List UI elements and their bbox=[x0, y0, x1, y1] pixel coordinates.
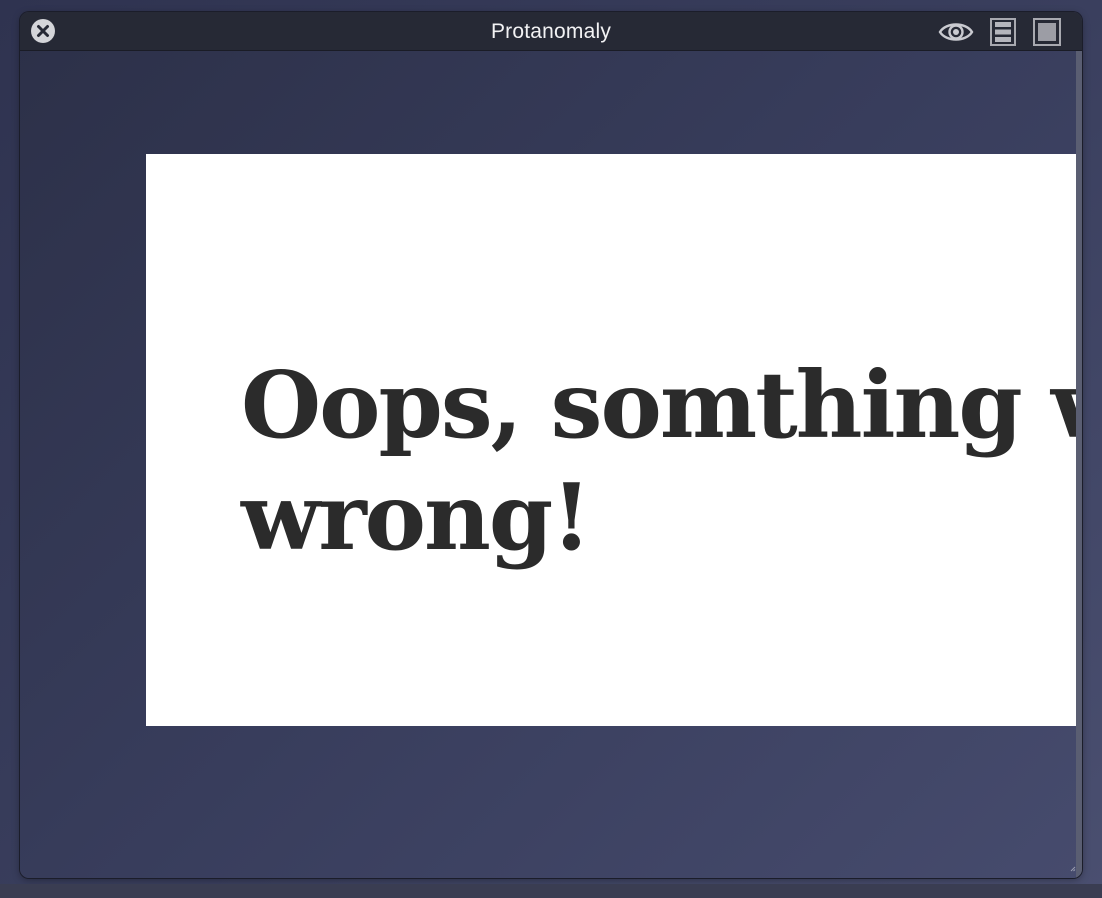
error-heading: Oops, somthing went wrong! bbox=[241, 349, 1082, 573]
list-view-button[interactable] bbox=[989, 18, 1017, 46]
preview-area: Oops, somthing went wrong! bbox=[20, 51, 1082, 878]
desktop-bottom-strip bbox=[0, 884, 1102, 898]
list-view-icon bbox=[990, 18, 1016, 46]
window-title: Protanomaly bbox=[490, 20, 612, 43]
title-bar[interactable]: Protanomaly bbox=[20, 12, 1082, 51]
frame-view-button[interactable] bbox=[1033, 18, 1061, 46]
simulator-window: Protanomaly Oops, somthing wrong! bbox=[20, 12, 1082, 878]
page-preview[interactable]: Oops, somthing went wrong! bbox=[146, 154, 1082, 726]
close-button[interactable] bbox=[31, 19, 55, 43]
vision-mode-button[interactable] bbox=[938, 18, 974, 46]
vertical-scrollbar[interactable] bbox=[1076, 51, 1082, 878]
eye-icon bbox=[938, 23, 974, 41]
frame-view-icon bbox=[1033, 18, 1061, 46]
resize-grip-icon[interactable] bbox=[1070, 866, 1076, 872]
desktop: Protanomaly Oops, somthing wrong! bbox=[0, 0, 1102, 898]
close-icon bbox=[31, 19, 55, 43]
error-heading-line-2: wrong! bbox=[241, 463, 592, 571]
error-heading-line-1: Oops, somthing went bbox=[241, 351, 1082, 459]
